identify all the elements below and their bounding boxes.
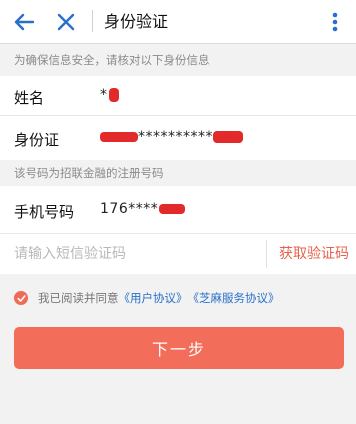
back-arrow-icon xyxy=(14,13,35,31)
name-redaction xyxy=(108,88,119,102)
phone-notice: 该号码为招联金融的注册号码 xyxy=(0,160,356,186)
agreement-text: 我已阅读并同意 xyxy=(38,291,119,305)
id-label: 身份证 xyxy=(14,131,60,149)
get-code-button[interactable]: 获取验证码 xyxy=(274,234,354,274)
name-masked-text: * xyxy=(100,87,108,103)
name-label: 姓名 xyxy=(14,89,45,107)
security-notice: 为确保信息安全，请核对以下身份信息 xyxy=(0,45,356,75)
id-masked-text: ********** xyxy=(138,129,213,145)
check-icon xyxy=(16,294,26,302)
agreement-checkbox[interactable] xyxy=(14,291,28,305)
name-row: 姓名 * xyxy=(0,76,356,116)
next-button[interactable]: 下一步 xyxy=(14,327,344,369)
zhima-agreement-link[interactable]: 《芝麻服务协议》 xyxy=(188,290,280,306)
phone-masked-text: 176**** xyxy=(100,201,159,217)
page-title: 身份验证 xyxy=(104,12,169,31)
title-divider xyxy=(92,10,93,32)
back-button[interactable] xyxy=(8,0,40,44)
phone-row: 手机号码 176**** xyxy=(0,186,356,234)
code-divider xyxy=(266,240,267,268)
phone-redaction xyxy=(159,204,186,214)
sms-code-row: 获取验证码 xyxy=(0,234,356,274)
sms-code-input[interactable] xyxy=(14,243,254,265)
id-row: 身份证 ********** xyxy=(0,116,356,160)
agreement-row: 我已阅读并同意 《用户协议》 《芝麻服务协议》 xyxy=(14,288,280,308)
id-value: ********** xyxy=(100,129,243,145)
phone-value: 176**** xyxy=(100,201,186,217)
more-vertical-icon xyxy=(332,12,338,32)
id-redaction-right xyxy=(213,131,243,143)
phone-label: 手机号码 xyxy=(14,203,75,221)
name-value: * xyxy=(100,87,119,103)
close-button[interactable] xyxy=(52,0,80,44)
id-redaction-left xyxy=(100,132,138,142)
close-icon xyxy=(57,13,75,31)
more-button[interactable] xyxy=(320,0,350,44)
user-agreement-link[interactable]: 《用户协议》 xyxy=(119,290,188,306)
top-bar: 身份验证 xyxy=(0,0,356,44)
